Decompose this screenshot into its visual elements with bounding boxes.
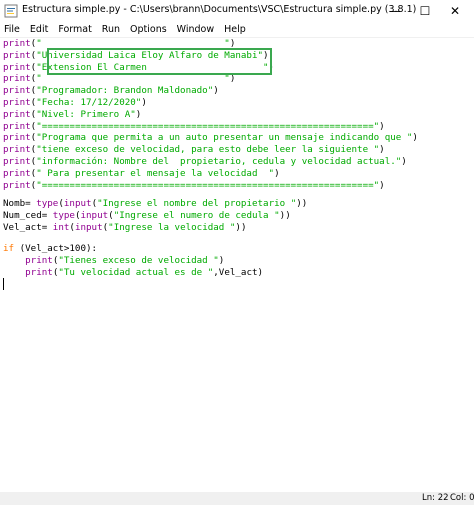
code-line-7: print("Nivel: Primero A") (3, 108, 142, 120)
annotation-highlight-box (47, 48, 272, 75)
status-bar: Ln: 22 Col: 0 (0, 492, 474, 505)
close-button[interactable]: ✕ (440, 0, 470, 22)
maximize-button[interactable]: ☐ (410, 0, 440, 22)
title-bar: Estructura simple.py - C:\Users\brann\Do… (0, 0, 474, 22)
code-line-6: print("Fecha: 17/12/2020") (3, 97, 147, 108)
menu-run[interactable]: Run (102, 24, 120, 35)
menu-format[interactable]: Format (58, 24, 91, 35)
code-editor[interactable]: print(" ") print("Universidad Laica Eloy… (0, 37, 474, 493)
code-line-16: Num_ced= type(input("Ingrese el numero d… (3, 209, 291, 221)
code-line-20: print("Tienes exceso de velocidad ") (25, 254, 225, 266)
code-line-10: print("tiene exceso de velocidad, para e… (3, 144, 385, 156)
code-line-4: print(" ") (3, 73, 236, 85)
text-cursor (3, 278, 4, 290)
menu-edit[interactable]: Edit (30, 24, 48, 35)
code-line-9: print("Programa que permita a un auto pr… (3, 132, 418, 144)
window-title: Estructura simple.py - C:\Users\brann\Do… (22, 4, 417, 15)
code-line-17: Vel_act= int(input("Ingrese la velocidad… (3, 221, 247, 233)
code-line-21: print("Tu velocidad actual es de ",Vel_a… (25, 266, 264, 278)
code-line-12: print(" Para presentar el mensaje la vel… (3, 167, 280, 179)
status-col: Col: 0 (450, 493, 474, 503)
python-idle-icon (4, 4, 18, 18)
code-line-13: print("=================================… (3, 179, 385, 191)
menu-window[interactable]: Window (177, 24, 214, 35)
minimize-icon: — (389, 4, 401, 18)
code-line-11: print("información: Nombre del propietar… (3, 156, 407, 167)
maximize-icon: ☐ (419, 4, 431, 18)
minimize-button[interactable]: — (380, 0, 410, 22)
menu-help[interactable]: Help (224, 24, 246, 35)
code-line-5: print("Programador: Brandon Maldonado") (3, 85, 219, 97)
menu-bar: File Edit Format Run Options Window Help (0, 22, 474, 36)
status-line: Ln: 22 (422, 493, 449, 503)
menu-options[interactable]: Options (130, 24, 167, 35)
menu-file[interactable]: File (4, 24, 20, 35)
code-line-15: Nomb= type(input("Ingrese el nombre del … (3, 198, 308, 209)
code-line-19: if (Vel_act>100): (3, 243, 98, 254)
code-line-8: print("=================================… (3, 120, 385, 132)
close-icon: ✕ (449, 4, 461, 18)
